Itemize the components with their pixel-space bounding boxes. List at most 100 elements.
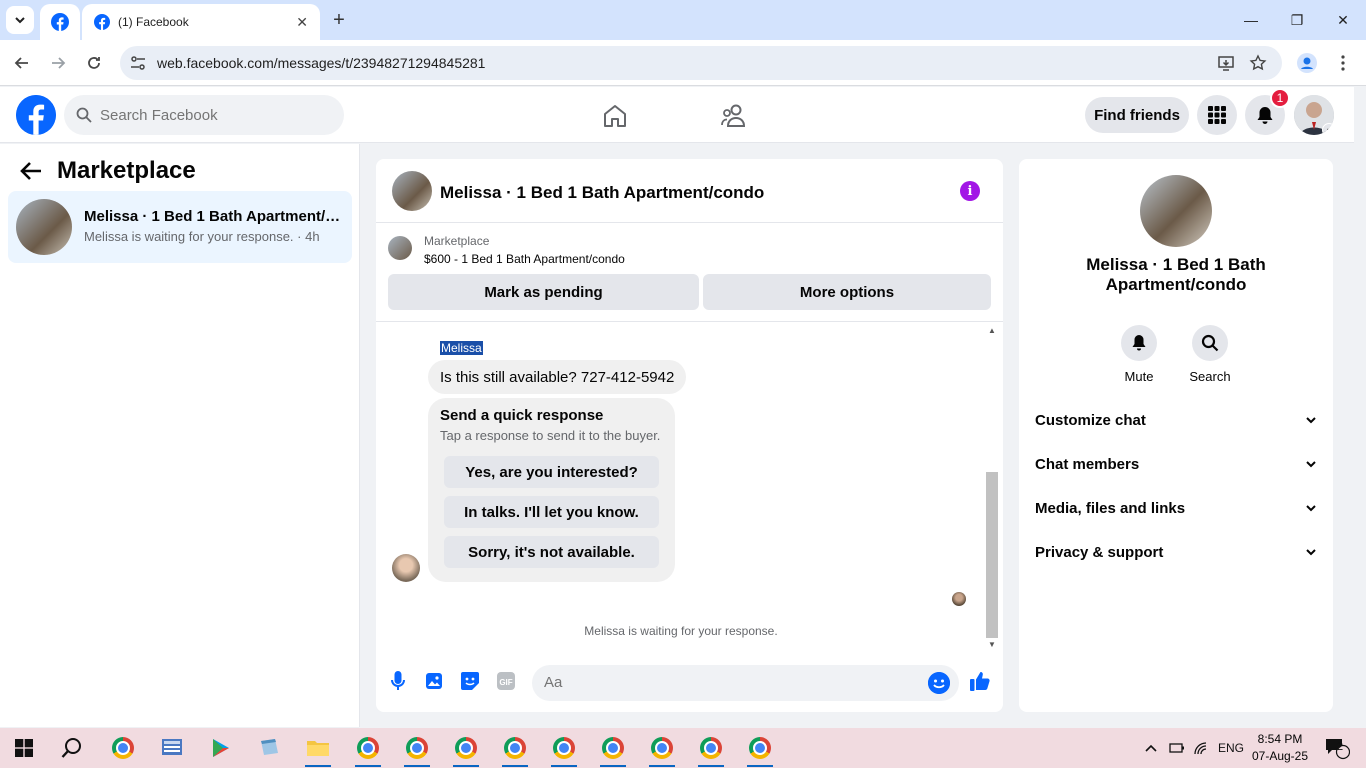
attach-photo-button[interactable] [422,669,446,693]
customize-chat-section[interactable]: Customize chat [1027,398,1325,442]
more-options-button[interactable]: More options [703,274,991,310]
taskbar-search-button[interactable] [58,734,86,762]
taskbar-app-3[interactable] [207,734,235,762]
taskbar-chrome-profile-4[interactable] [501,734,529,762]
marketplace-inbox-panel: Marketplace Melissa · 1 Bed 1 Bath Apart… [0,144,360,727]
browser-tab-bar: (1) Facebook ✕ + — ❐ ✕ [0,0,1366,40]
photo-icon [426,673,442,689]
taskbar-file-explorer[interactable] [304,734,332,762]
reload-button[interactable] [80,49,108,77]
emoji-icon[interactable] [928,672,950,694]
input-language[interactable]: ENG [1218,728,1244,768]
info-icon[interactable]: i [960,181,980,201]
bookmark-button[interactable] [1244,49,1272,77]
scroll-up-icon[interactable]: ▲ [988,326,996,335]
taskbar-chrome-profile-3[interactable] [452,734,480,762]
account-avatar[interactable]: ▾ [1294,95,1334,135]
taskbar-app-4[interactable] [255,734,283,762]
chat-title[interactable]: Melissa · 1 Bed 1 Bath Apartment/condo [440,183,764,203]
facebook-f-icon [16,95,56,135]
facebook-search-box[interactable] [64,95,344,135]
conversation-name: Melissa · 1 Bed 1 Bath Apartment/c... [84,208,344,225]
find-friends-button[interactable]: Find friends [1085,97,1189,133]
restore-button[interactable]: ❐ [1274,0,1320,40]
minimize-button[interactable]: — [1228,0,1274,40]
close-window-button[interactable]: ✕ [1320,0,1366,40]
privacy-support-section[interactable]: Privacy & support [1027,530,1325,574]
close-tab-icon[interactable]: ✕ [296,14,308,31]
media-files-links-section[interactable]: Media, files and links [1027,486,1325,530]
wifi-icon [1194,742,1207,755]
new-tab-button[interactable]: + [328,8,350,32]
mute-button[interactable]: Mute [1109,325,1169,384]
back-button[interactable] [8,49,36,77]
install-app-button[interactable] [1212,49,1240,77]
listing-title[interactable]: $600 - 1 Bed 1 Bath Apartment/condo [424,252,625,266]
listing-thumbnail[interactable] [388,236,412,260]
taskbar-chrome[interactable] [109,734,137,762]
taskbar-chrome-profile-2[interactable] [403,734,431,762]
section-label: Media, files and links [1035,499,1186,517]
bell-icon [1257,107,1273,124]
profile-button[interactable] [1293,49,1321,77]
message-input-box[interactable] [532,665,959,701]
menu-button[interactable] [1197,95,1237,135]
facebook-logo-icon[interactable] [16,95,56,135]
forward-button[interactable] [44,49,72,77]
taskbar-chrome-profile-9[interactable] [746,734,774,762]
tab-search-button[interactable] [6,6,34,34]
chat-members-section[interactable]: Chat members [1027,442,1325,486]
sticker-button[interactable] [458,669,482,693]
taskbar-chrome-profile-6[interactable] [599,734,627,762]
browser-menu-button[interactable] [1329,49,1357,77]
install-icon [1218,56,1234,71]
scrollbar-thumb[interactable] [986,472,998,638]
section-label: Privacy & support [1035,543,1164,561]
battery-status[interactable] [1168,728,1186,768]
details-title: Melissa · 1 Bed 1 Bath Apartment/condo [1086,255,1266,294]
facebook-search-input[interactable] [100,106,320,124]
back-arrow-icon[interactable] [20,160,42,188]
message-bubble[interactable]: Is this still available? 727-412-5942 [428,360,687,394]
show-hidden-icons-button[interactable] [1144,728,1158,768]
quick-response-button[interactable]: Yes, are you interested? [444,456,659,488]
nav-home[interactable] [600,101,630,131]
like-button[interactable] [968,669,992,693]
arrow-left-icon [20,162,41,180]
taskbar-chrome-profile-7[interactable] [648,734,676,762]
address-bar[interactable]: web.facebook.com/messages/t/239482712948… [120,46,1282,80]
system-clock[interactable]: 8:54 PM 07-Aug-25 [1244,731,1316,765]
conversation-item[interactable]: Melissa · 1 Bed 1 Bath Apartment/c... Me… [8,191,352,263]
taskbar-chrome-profile-1[interactable] [354,734,382,762]
pinned-tab-facebook[interactable] [40,4,80,40]
search-in-conversation-button[interactable]: Search [1180,325,1240,384]
sender-avatar[interactable] [392,554,420,582]
page-scrollbar[interactable] [1354,87,1366,727]
quick-response-button[interactable]: Sorry, it's not available. [444,536,659,568]
nav-friends[interactable] [719,101,749,131]
notification-center-button[interactable]: 2 [1324,728,1350,768]
tab-facebook[interactable]: (1) Facebook ✕ [82,4,320,40]
taskbar-chrome-profile-5[interactable] [550,734,578,762]
mark-as-pending-button[interactable]: Mark as pending [388,274,699,310]
document-scanner-icon [162,739,182,755]
taskbar-chrome-profile-8[interactable] [697,734,725,762]
listing-thumbnail[interactable] [392,171,432,211]
page-title: Marketplace [57,157,196,184]
start-button[interactable] [10,734,38,762]
network-status[interactable] [1193,728,1209,768]
voice-clip-button[interactable] [386,669,410,693]
gif-button[interactable]: GIF [494,669,518,693]
scroll-down-icon[interactable]: ▼ [988,640,996,649]
mute-label: Mute [1124,369,1154,384]
listing-avatar[interactable] [1140,175,1212,247]
notepad-icon [261,739,278,755]
message-scrollbar[interactable]: ▲ ▼ [986,326,998,650]
chrome-icon [406,737,428,759]
thumbs-up-icon [970,672,990,691]
message-input[interactable] [544,674,914,691]
folder-icon [307,741,329,756]
quick-response-button[interactable]: In talks. I'll let you know. [444,496,659,528]
taskbar-app-2[interactable] [158,734,186,762]
site-settings-icon[interactable] [129,54,147,72]
